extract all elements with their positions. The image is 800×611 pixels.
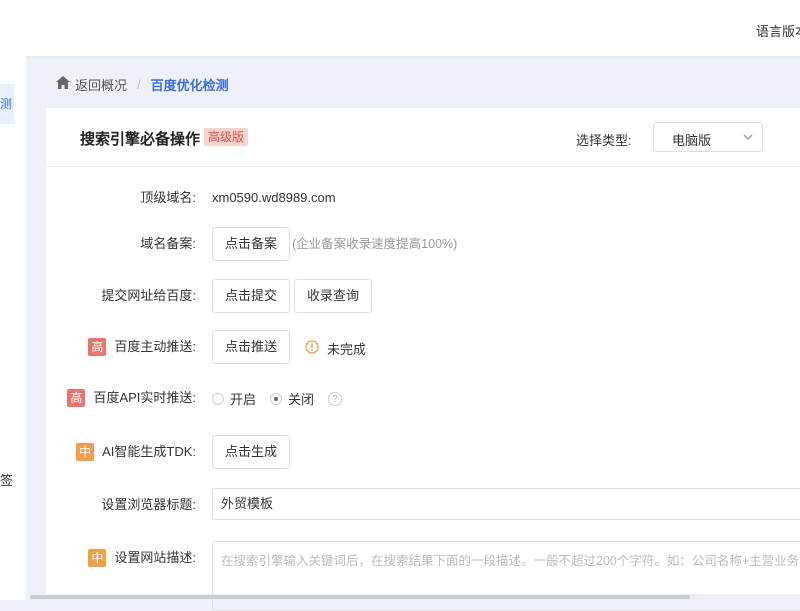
sidebar: 测 签: [0, 56, 26, 600]
push-status-text: 未完成: [327, 342, 367, 357]
active-push-label: 百度主动推送:: [114, 339, 196, 354]
seo-card: 搜索引擎必备操作 高级版 选择类型: 电脑版 顶级域名: xm0590.wd89…: [46, 108, 800, 611]
api-push-on-radio[interactable]: 开启: [212, 389, 256, 408]
back-label: 返回概况: [75, 77, 128, 93]
domain-label: 顶级域名:: [140, 190, 196, 205]
api-push-on-label: 开启: [230, 392, 257, 407]
submit-label: 提交网址给百度:: [101, 288, 196, 303]
push-status: 未完成: [305, 339, 366, 358]
filing-label: 域名备案:: [140, 236, 196, 251]
row-site-description: 中 设置网站描述: 在搜索引擎输入关键词后，在搜索结果下面的一段描述。一般不超过…: [46, 541, 800, 611]
warning-icon: [305, 340, 319, 357]
site-desc-label: 设置网站描述:: [114, 550, 196, 565]
breadcrumb-separator: /: [137, 76, 141, 92]
row-active-push: 高 百度主动推送: 点击推送 未完成: [46, 330, 800, 364]
filing-button[interactable]: 点击备案: [212, 227, 291, 261]
radio-circle-checked[interactable]: [270, 392, 283, 405]
tdk-label: AI智能生成TDK:: [102, 444, 196, 459]
row-domain: 顶级域名: xm0590.wd8989.com: [46, 181, 800, 215]
breadcrumb-current: 百度优化检测: [150, 77, 229, 93]
priority-high-tag: 高: [88, 338, 107, 356]
active-push-label-wrap: 高 百度主动推送:: [88, 330, 196, 364]
row-filing: 域名备案: 点击备案 (企业备案收录速度提高100%): [46, 227, 800, 261]
submit-button[interactable]: 点击提交: [212, 279, 291, 313]
card-header: 搜索引擎必备操作 高级版 选择类型: 电脑版: [46, 108, 800, 167]
priority-mid-tag: 中: [76, 443, 95, 461]
advanced-badge: 高级版: [204, 128, 249, 146]
card-title: 搜索引擎必备操作: [80, 131, 201, 148]
help-icon[interactable]: ?: [328, 391, 343, 406]
api-push-label: 百度API实时推送:: [93, 390, 196, 405]
home-icon: [56, 76, 70, 92]
domain-value: xm0590.wd8989.com: [212, 190, 336, 205]
sidebar-item-active[interactable]: 测: [0, 84, 14, 124]
row-api-push: 高 百度API实时推送: 开启 关闭 ?: [46, 381, 800, 415]
type-select-label: 选择类型:: [576, 133, 632, 148]
sidebar-item-sign[interactable]: 签: [0, 470, 14, 489]
row-browser-title: 设置浏览器标题: 外贸模板: [46, 488, 800, 522]
generate-tdk-button[interactable]: 点击生成: [212, 435, 291, 469]
back-to-overview-link[interactable]: 返回概况: [56, 75, 127, 94]
radio-circle[interactable]: [212, 392, 224, 405]
type-select[interactable]: 电脑版: [653, 122, 763, 152]
priority-mid-tag: 中: [88, 549, 107, 567]
breadcrumb: 返回概况 / 百度优化检测: [56, 74, 229, 94]
horizontal-scrollbar[interactable]: [30, 594, 800, 600]
type-select-value: 电脑版: [672, 133, 712, 148]
index-query-button[interactable]: 收录查询: [294, 279, 373, 313]
row-submit: 提交网址给百度: 点击提交 收录查询: [46, 279, 800, 313]
scrollbar-thumb[interactable]: [30, 595, 690, 599]
language-switcher[interactable]: 语言版本: [756, 21, 800, 40]
site-desc-label-wrap: 中 设置网站描述:: [88, 541, 196, 575]
api-push-off-radio[interactable]: 关闭: [270, 389, 314, 408]
api-push-label-wrap: 高 百度API实时推送:: [67, 381, 196, 415]
chevron-down-icon: [742, 131, 754, 146]
priority-high-tag: 高: [67, 389, 86, 407]
api-push-radio-group: 开启 关闭 ?: [212, 389, 343, 408]
top-bar: 语言版本: [0, 0, 800, 56]
browser-title-input[interactable]: 外贸模板: [212, 488, 800, 520]
browser-title-label: 设置浏览器标题:: [101, 497, 196, 512]
row-tdk: 中 AI智能生成TDK: 点击生成: [46, 435, 800, 469]
api-push-off-label: 关闭: [288, 392, 315, 407]
push-button[interactable]: 点击推送: [212, 330, 291, 364]
site-description-textarea[interactable]: 在搜索引擎输入关键词后，在搜索结果下面的一段描述。一般不超过200个字符。如：公…: [212, 541, 800, 611]
filing-hint: (企业备案收录速度提高100%): [292, 237, 458, 251]
tdk-label-wrap: 中 AI智能生成TDK:: [76, 435, 196, 469]
